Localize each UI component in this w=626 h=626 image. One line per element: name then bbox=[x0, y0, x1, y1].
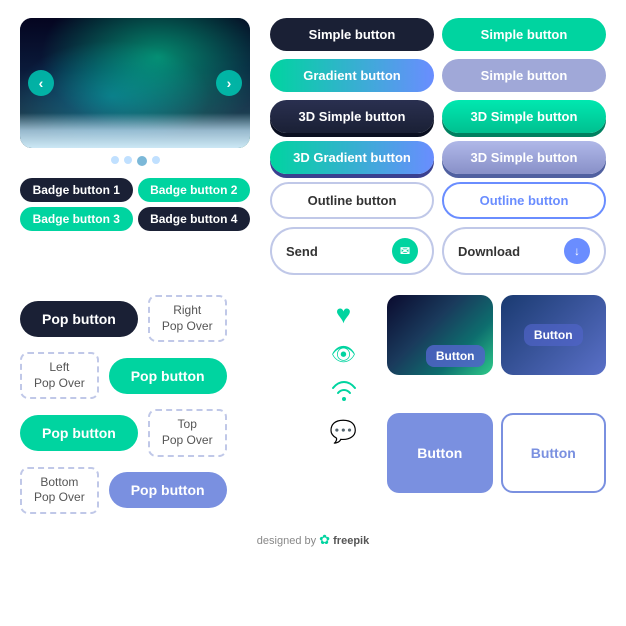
outline-button-teal[interactable]: Outline button bbox=[442, 182, 606, 219]
download-button[interactable]: Download ↓ bbox=[442, 227, 606, 275]
btn-row-6: Send ✉ Download ↓ bbox=[270, 227, 606, 275]
image-button-1-bg: Button bbox=[387, 295, 493, 375]
footer: designed by ✿ freepik bbox=[20, 532, 606, 548]
dot-3[interactable] bbox=[137, 156, 147, 166]
download-label: Download bbox=[458, 244, 520, 259]
image-buttons-section: Button Button Button Button bbox=[387, 295, 606, 524]
dot-1[interactable] bbox=[111, 156, 119, 164]
icons-section: ♥ 👁 💬 bbox=[316, 295, 371, 524]
pop-row-2: LeftPop Over Pop button bbox=[20, 352, 300, 399]
pop-button-2[interactable]: Pop button bbox=[109, 358, 227, 394]
pop-row-3: Pop button TopPop Over bbox=[20, 409, 300, 456]
carousel-dots bbox=[20, 156, 250, 166]
bottom-section: Pop button RightPop Over LeftPop Over Po… bbox=[20, 295, 606, 524]
eye-icon[interactable]: 👁 bbox=[331, 342, 356, 367]
pop-row-1: Pop button RightPop Over bbox=[20, 295, 300, 342]
carousel-next-button[interactable]: › bbox=[216, 70, 242, 96]
footer-brand: freepik bbox=[333, 535, 369, 547]
solid-button[interactable]: Button bbox=[387, 413, 493, 493]
btn-row-4: 3D Gradient button 3D Simple button bbox=[270, 141, 606, 174]
top-section: ‹ › Badge button 1 Badge button 2 Badge … bbox=[20, 18, 606, 275]
left-popover: LeftPop Over bbox=[20, 352, 99, 399]
carousel-section: ‹ › Badge button 1 Badge button 2 Badge … bbox=[20, 18, 250, 275]
outline-image-button[interactable]: Button bbox=[501, 413, 607, 493]
badge-button-1[interactable]: Badge button 1 bbox=[20, 178, 133, 202]
pop-button-1[interactable]: Pop button bbox=[20, 301, 138, 337]
badge-button-2[interactable]: Badge button 2 bbox=[138, 178, 251, 202]
send-label: Send bbox=[286, 244, 318, 259]
pop-row-4: BottomPop Over Pop button bbox=[20, 467, 300, 514]
3d-gradient-button[interactable]: 3D Gradient button bbox=[270, 141, 434, 174]
button-grid: Simple button Simple button Gradient but… bbox=[270, 18, 606, 275]
pop-button-3[interactable]: Pop button bbox=[20, 415, 138, 451]
image-button-1-label: Button bbox=[426, 345, 485, 367]
image-button-2-bg: Button bbox=[501, 295, 607, 375]
footer-prefix: designed by bbox=[257, 535, 319, 547]
heart-icon[interactable]: ♥ bbox=[336, 299, 351, 330]
btn-row-5: Outline button Outline button bbox=[270, 182, 606, 219]
image-button-2[interactable]: Button bbox=[501, 295, 607, 375]
page-wrapper: ‹ › Badge button 1 Badge button 2 Badge … bbox=[0, 0, 626, 626]
dot-4[interactable] bbox=[152, 156, 160, 164]
carousel-prev-button[interactable]: ‹ bbox=[28, 70, 54, 96]
3d-simple-button-teal[interactable]: 3D Simple button bbox=[442, 100, 606, 133]
3d-simple-button-lavender[interactable]: 3D Simple button bbox=[442, 141, 606, 174]
image-button-1[interactable]: Button bbox=[387, 295, 493, 375]
simple-button-lavender[interactable]: Simple button bbox=[442, 59, 606, 92]
bottom-popover: BottomPop Over bbox=[20, 467, 99, 514]
gradient-button[interactable]: Gradient button bbox=[270, 59, 434, 92]
badge-buttons: Badge button 1 Badge button 2 Badge butt… bbox=[20, 178, 250, 231]
image-button-2-label: Button bbox=[524, 324, 583, 346]
top-popover: TopPop Over bbox=[148, 409, 227, 456]
badge-button-4[interactable]: Badge button 4 bbox=[138, 207, 251, 231]
badge-button-3[interactable]: Badge button 3 bbox=[20, 207, 133, 231]
dot-2[interactable] bbox=[124, 156, 132, 164]
chat-icon[interactable]: 💬 bbox=[330, 419, 357, 445]
simple-button-teal[interactable]: Simple button bbox=[442, 18, 606, 51]
simple-button-dark[interactable]: Simple button bbox=[270, 18, 434, 51]
carousel: ‹ › bbox=[20, 18, 250, 148]
send-icon: ✉ bbox=[392, 238, 418, 264]
download-icon: ↓ bbox=[564, 238, 590, 264]
outline-button[interactable]: Outline button bbox=[270, 182, 434, 219]
3d-simple-button-dark[interactable]: 3D Simple button bbox=[270, 100, 434, 133]
btn-row-1: Simple button Simple button bbox=[270, 18, 606, 51]
btn-row-3: 3D Simple button 3D Simple button bbox=[270, 100, 606, 133]
right-popover: RightPop Over bbox=[148, 295, 227, 342]
pop-section: Pop button RightPop Over LeftPop Over Po… bbox=[20, 295, 300, 524]
btn-row-2: Gradient button Simple button bbox=[270, 59, 606, 92]
send-button[interactable]: Send ✉ bbox=[270, 227, 434, 275]
wifi-icon[interactable] bbox=[330, 379, 358, 407]
carousel-snow bbox=[20, 113, 250, 148]
pop-button-4[interactable]: Pop button bbox=[109, 472, 227, 508]
